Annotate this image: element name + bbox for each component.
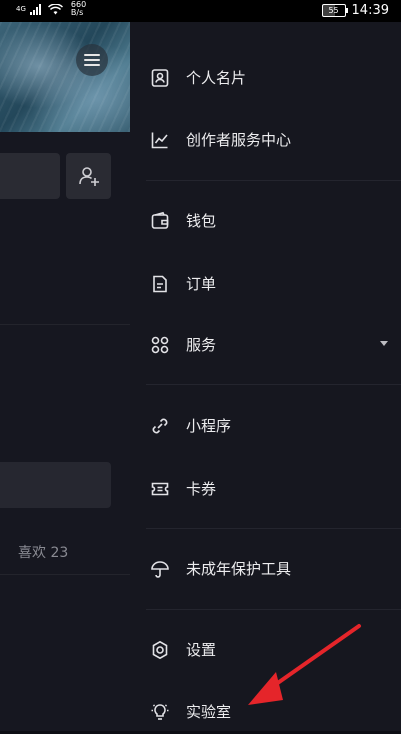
annotation-arrow-icon [248,624,361,705]
